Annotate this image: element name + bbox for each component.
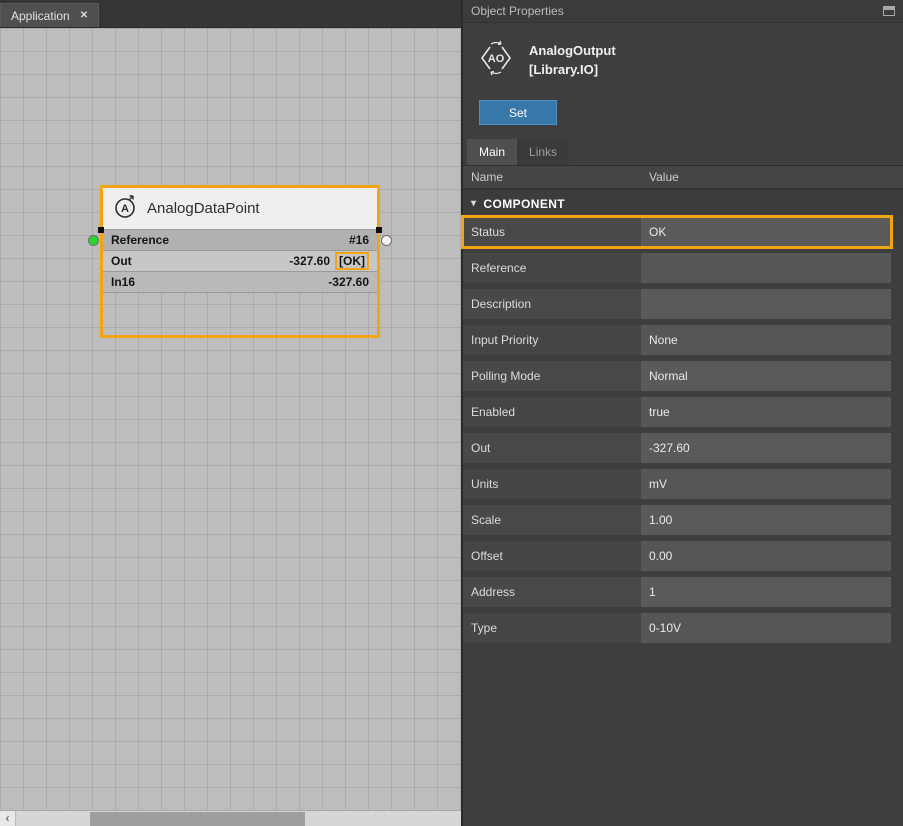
svg-text:AO: AO: [488, 53, 505, 65]
property-rows: Status OK Reference Description Input Pr…: [463, 217, 903, 643]
property-value[interactable]: None: [641, 325, 891, 355]
connection-handle-right[interactable]: [376, 227, 382, 233]
property-name[interactable]: Description: [463, 289, 641, 319]
horizontal-scrollbar[interactable]: ‹: [0, 810, 461, 826]
property-row-reference[interactable]: Reference: [463, 253, 891, 283]
connection-handle-left[interactable]: [98, 227, 104, 233]
property-row-units[interactable]: Units mV: [463, 469, 891, 499]
property-row-description[interactable]: Description: [463, 289, 891, 319]
property-name[interactable]: Offset: [463, 541, 641, 571]
property-value[interactable]: mV: [641, 469, 891, 499]
tab-main[interactable]: Main: [467, 139, 517, 165]
table-header: Name Value: [463, 166, 903, 190]
node-row-in16[interactable]: In16 -327.60: [103, 272, 377, 293]
property-name[interactable]: Input Priority: [463, 325, 641, 355]
properties-tabs: Main Links: [463, 139, 903, 166]
collapse-arrow-icon: ▾: [471, 198, 476, 209]
analog-output-icon: AO: [477, 39, 515, 82]
canvas-tabbar: Application ✕: [0, 0, 461, 28]
property-name[interactable]: Polling Mode: [463, 361, 641, 391]
panel-header: Object Properties: [463, 0, 903, 23]
wiresheet-canvas[interactable]: A AnalogDataPoint Reference #16 Out -327…: [0, 28, 461, 810]
column-header-value: Value: [641, 170, 679, 184]
property-row-status[interactable]: Status OK: [463, 217, 891, 247]
node-row-value: -327.60: [328, 275, 369, 289]
analog-datapoint-icon: A: [113, 195, 137, 223]
node-row-value: #16: [349, 233, 369, 247]
node-row-name: In16: [111, 275, 135, 289]
panel-title: Object Properties: [471, 4, 564, 18]
tab-application[interactable]: Application ✕: [0, 3, 99, 27]
property-row-polling-mode[interactable]: Polling Mode Normal: [463, 361, 891, 391]
property-name[interactable]: Scale: [463, 505, 641, 535]
tab-links[interactable]: Links: [517, 139, 569, 165]
property-name[interactable]: Address: [463, 577, 641, 607]
input-port[interactable]: [88, 235, 99, 246]
node-row-name: Out: [111, 254, 132, 268]
property-row-enabled[interactable]: Enabled true: [463, 397, 891, 427]
property-value[interactable]: [641, 289, 891, 319]
analog-datapoint-node[interactable]: A AnalogDataPoint Reference #16 Out -327…: [100, 185, 380, 338]
property-value[interactable]: -327.60: [641, 433, 891, 463]
node-row-value: -327.60: [289, 254, 330, 268]
dock-icon[interactable]: [883, 6, 895, 16]
output-port[interactable]: [381, 235, 392, 246]
close-tab-icon[interactable]: ✕: [80, 10, 88, 21]
property-name[interactable]: Units: [463, 469, 641, 499]
section-component[interactable]: ▾ COMPONENT: [463, 190, 903, 217]
property-row-scale[interactable]: Scale 1.00: [463, 505, 891, 535]
property-name[interactable]: Status: [463, 217, 641, 247]
property-value[interactable]: 1.00: [641, 505, 891, 535]
node-row-name: Reference: [111, 233, 169, 247]
property-row-input-priority[interactable]: Input Priority None: [463, 325, 891, 355]
node-title: AnalogDataPoint: [147, 200, 260, 217]
property-value[interactable]: 0.00: [641, 541, 891, 571]
property-value[interactable]: 1: [641, 577, 891, 607]
property-value[interactable]: OK: [641, 217, 891, 247]
scrollbar-thumb[interactable]: [90, 812, 305, 826]
set-button[interactable]: Set: [479, 100, 557, 125]
property-value[interactable]: 0-10V: [641, 613, 891, 643]
tab-application-label: Application: [11, 9, 70, 23]
property-value[interactable]: [641, 253, 891, 283]
property-name[interactable]: Out: [463, 433, 641, 463]
svg-text:A: A: [121, 203, 129, 215]
property-name[interactable]: Type: [463, 613, 641, 643]
status-badge: [OK]: [335, 252, 369, 270]
section-label: COMPONENT: [483, 197, 565, 211]
property-value[interactable]: true: [641, 397, 891, 427]
scroll-left-arrow-icon[interactable]: ‹: [0, 811, 16, 826]
object-summary: AO AnalogOutput [Library.IO]: [463, 23, 903, 96]
application-window: Application ✕ A AnalogDataPoint: [0, 0, 903, 826]
property-row-address[interactable]: Address 1: [463, 577, 891, 607]
column-header-name: Name: [463, 170, 641, 184]
object-properties-panel: Object Properties AO AnalogOutput [Libra…: [461, 0, 903, 826]
property-name[interactable]: Enabled: [463, 397, 641, 427]
property-name[interactable]: Reference: [463, 253, 641, 283]
property-row-out[interactable]: Out -327.60: [463, 433, 891, 463]
object-name: AnalogOutput: [529, 42, 616, 60]
node-row-out[interactable]: Out -327.60 [OK]: [103, 251, 377, 272]
property-row-type[interactable]: Type 0-10V: [463, 613, 891, 643]
canvas-panel: Application ✕ A AnalogDataPoint: [0, 0, 461, 826]
property-value[interactable]: Normal: [641, 361, 891, 391]
node-header[interactable]: A AnalogDataPoint: [103, 188, 377, 230]
node-row-reference[interactable]: Reference #16: [103, 230, 377, 251]
object-library: [Library.IO]: [529, 61, 616, 79]
property-row-offset[interactable]: Offset 0.00: [463, 541, 891, 571]
